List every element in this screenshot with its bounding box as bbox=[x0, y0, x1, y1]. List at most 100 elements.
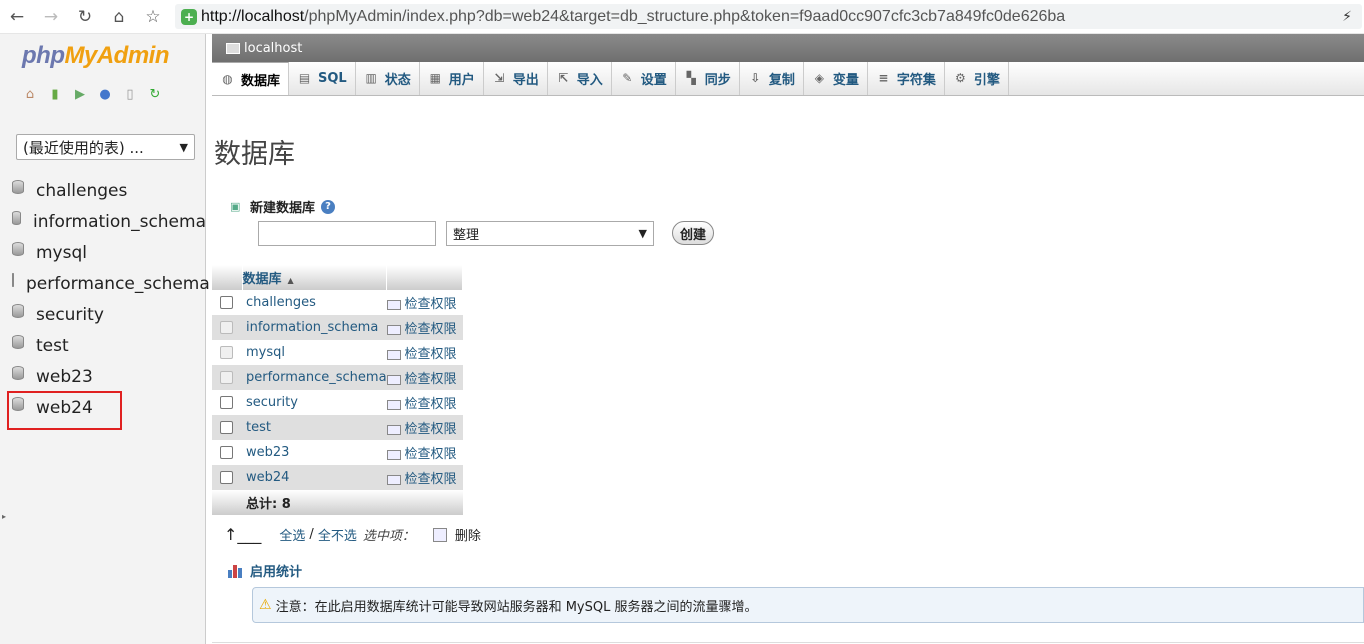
privileges-icon bbox=[386, 424, 401, 435]
reload-icon[interactable]: ↻ bbox=[68, 0, 102, 34]
check-privileges-link[interactable]: 检查权限 bbox=[386, 465, 463, 490]
database-name-link[interactable]: information_schema bbox=[242, 315, 387, 340]
check-privileges-link[interactable]: 检查权限 bbox=[386, 440, 463, 465]
address-bar[interactable]: + http://localhost/phpMyAdmin/index.php?… bbox=[175, 4, 1362, 29]
enable-statistics-link[interactable]: 启用统计 bbox=[228, 561, 302, 580]
checkbox-cell bbox=[212, 415, 242, 440]
check-privileges-label: 检查权限 bbox=[404, 397, 457, 412]
database-name-link[interactable]: web23 bbox=[242, 440, 387, 465]
query-window-icon[interactable]: ▶ bbox=[72, 87, 88, 103]
collapse-nav-icon[interactable]: ▸ bbox=[2, 512, 6, 521]
database-icon bbox=[12, 303, 24, 318]
database-icon bbox=[12, 241, 24, 256]
url-text[interactable]: http://localhost/phpMyAdmin/index.php?db… bbox=[201, 8, 1065, 26]
highlight-annotation-box bbox=[7, 391, 122, 430]
browser-toolbar: ← → ↻ ⌂ ☆ + http://localhost/phpMyAdmin/… bbox=[0, 0, 1364, 34]
database-name-link[interactable]: performance_schema bbox=[242, 365, 387, 390]
privileges-icon bbox=[386, 324, 401, 335]
back-icon[interactable]: ← bbox=[0, 0, 34, 34]
check-privileges-label: 检查权限 bbox=[404, 422, 457, 437]
checkbox-cell bbox=[212, 315, 242, 340]
tab-label: 引擎 bbox=[973, 73, 1000, 88]
nav-database-label: mysql bbox=[36, 242, 87, 263]
tab-replication[interactable]: ⇩ 复制 bbox=[740, 62, 804, 95]
row-checkbox[interactable] bbox=[220, 471, 233, 484]
logout-icon[interactable]: ▮ bbox=[47, 87, 63, 103]
check-privileges-link[interactable]: 检查权限 bbox=[386, 415, 463, 440]
tab-label: 同步 bbox=[704, 73, 731, 88]
new-database-name-input[interactable] bbox=[258, 221, 436, 246]
check-privileges-link[interactable]: 检查权限 bbox=[386, 365, 463, 390]
home-icon[interactable]: ⌂ bbox=[22, 87, 38, 103]
lightning-icon[interactable]: ⚡ bbox=[1342, 9, 1352, 25]
page-title: 数据库 bbox=[214, 139, 295, 170]
nav-database-item[interactable]: mysql bbox=[0, 237, 206, 268]
tab-label: 变量 bbox=[832, 73, 859, 88]
tab-variables[interactable]: ◈ 变量 bbox=[804, 62, 868, 95]
server-label[interactable]: localhost bbox=[244, 41, 302, 56]
nav-database-label: information_schema bbox=[32, 211, 206, 232]
export-icon: ⇲ bbox=[494, 71, 505, 85]
nav-database-item[interactable]: security bbox=[0, 299, 206, 330]
separator: / bbox=[309, 527, 314, 542]
delete-button[interactable]: 删除 bbox=[455, 525, 481, 544]
tab-users[interactable]: ▦ 用户 bbox=[420, 62, 484, 95]
collation-select[interactable]: 整理 ▼ bbox=[446, 221, 654, 246]
database-name-link[interactable]: mysql bbox=[242, 340, 387, 365]
documentation-icon[interactable]: ● bbox=[97, 87, 113, 103]
nav-database-item[interactable]: performance_schema bbox=[0, 268, 210, 299]
nav-database-item[interactable]: challenges bbox=[0, 175, 206, 206]
row-checkbox[interactable] bbox=[220, 396, 233, 409]
bottom-divider bbox=[212, 642, 1364, 643]
create-button[interactable]: 创建 bbox=[672, 221, 714, 245]
database-name-link[interactable]: test bbox=[242, 415, 387, 440]
variables-icon: ◈ bbox=[814, 71, 824, 85]
tab-sql[interactable]: ▤ SQL bbox=[289, 62, 356, 95]
row-checkbox[interactable] bbox=[220, 421, 233, 434]
row-checkbox[interactable] bbox=[220, 446, 233, 459]
tab-engine[interactable]: ⚙ 引擎 bbox=[945, 62, 1009, 95]
check-privileges-link[interactable]: 检查权限 bbox=[386, 315, 463, 340]
tab-charset[interactable]: ≡ 字符集 bbox=[868, 62, 945, 95]
database-name-link[interactable]: security bbox=[242, 390, 387, 415]
nav-database-item[interactable]: test bbox=[0, 330, 206, 361]
tab-settings[interactable]: ✎ 设置 bbox=[612, 62, 676, 95]
table-row: web23 检查权限 bbox=[212, 440, 463, 465]
home-icon[interactable]: ⌂ bbox=[102, 0, 136, 34]
check-privileges-link[interactable]: 检查权限 bbox=[386, 390, 463, 415]
tab-import[interactable]: ⇱ 导入 bbox=[548, 62, 612, 95]
nav-database-item[interactable]: web23 bbox=[0, 361, 206, 392]
tab-database[interactable]: ◍ 数据库 bbox=[212, 62, 290, 95]
help-icon[interactable]: ? bbox=[321, 199, 336, 214]
docs-page-icon[interactable]: ▯ bbox=[122, 87, 138, 103]
database-name-link[interactable]: challenges bbox=[242, 290, 387, 315]
delete-icon[interactable] bbox=[432, 527, 447, 542]
database-name-link[interactable]: web24 bbox=[242, 465, 387, 490]
check-all-link[interactable]: 全选 bbox=[279, 525, 305, 544]
check-privileges-link[interactable]: 检查权限 bbox=[386, 290, 463, 315]
nav-database-list: challenges information_schemamysql perform… bbox=[0, 175, 210, 423]
tab-status[interactable]: ▥ 状态 bbox=[356, 62, 420, 95]
action-column-header bbox=[386, 265, 463, 290]
phpmyadmin-logo[interactable]: phpMyAdmin bbox=[22, 42, 169, 70]
privileges-icon bbox=[386, 374, 401, 385]
check-privileges-link[interactable]: 检查权限 bbox=[386, 340, 463, 365]
row-checkbox[interactable] bbox=[220, 296, 233, 309]
nav-database-item[interactable]: information_schema bbox=[0, 206, 206, 237]
warning-icon: ⚠ bbox=[259, 597, 272, 613]
forward-icon[interactable]: → bbox=[34, 0, 68, 34]
recent-tables-select[interactable]: (最近使用的表) ... ▼ bbox=[16, 134, 195, 160]
checkbox-cell bbox=[212, 340, 242, 365]
sync-icon: ▚ bbox=[686, 71, 696, 85]
tab-export[interactable]: ⇲ 导出 bbox=[484, 62, 548, 95]
chevron-down-icon: ▼ bbox=[638, 227, 647, 240]
tab-sync[interactable]: ▚ 同步 bbox=[676, 62, 740, 95]
security-shield-icon[interactable]: + bbox=[181, 8, 197, 25]
favorites-star-icon[interactable]: ☆ bbox=[136, 0, 170, 34]
sort-asc-icon: ▲ bbox=[287, 276, 294, 285]
reload-nav-icon[interactable]: ↻ bbox=[147, 87, 163, 103]
database-column-header[interactable]: 数据库 ▲ bbox=[242, 265, 388, 290]
table-row: challenges 检查权限 bbox=[212, 290, 463, 315]
with-selected-label: 选中项： bbox=[362, 529, 415, 544]
uncheck-all-link[interactable]: 全不选 bbox=[318, 525, 357, 544]
